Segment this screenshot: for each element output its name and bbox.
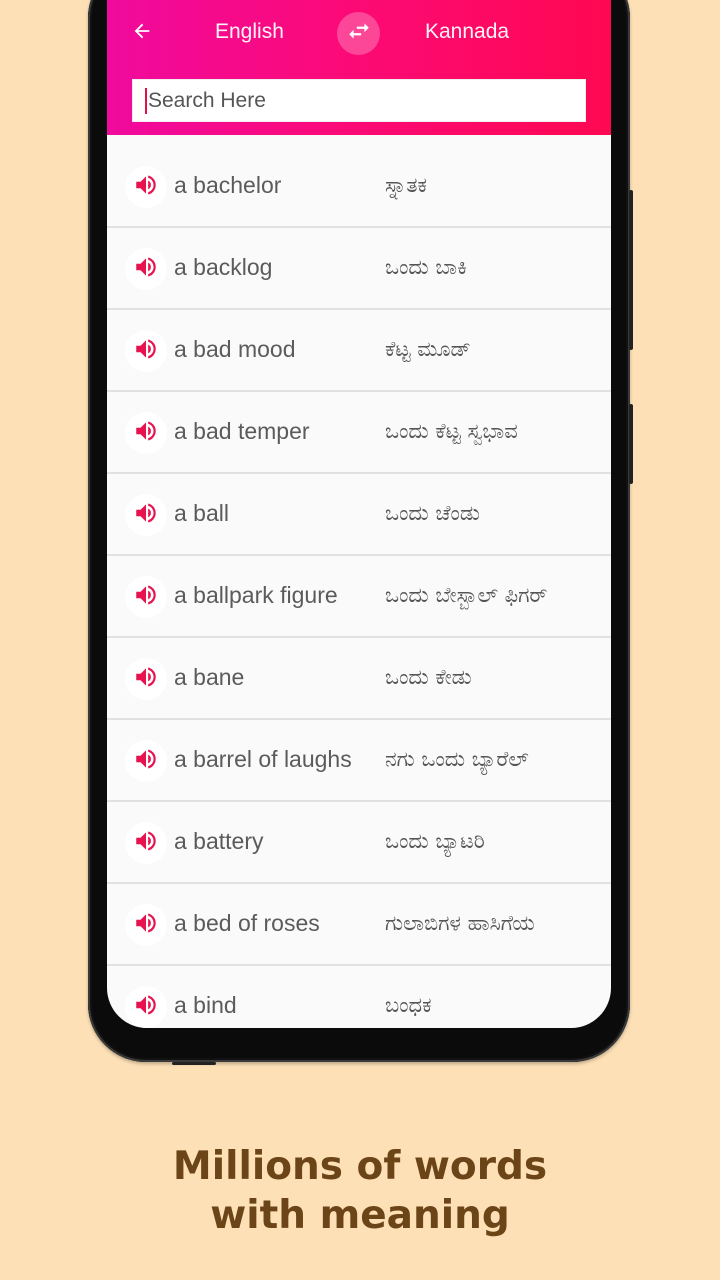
swap-languages-button[interactable] xyxy=(337,12,380,55)
list-item[interactable]: a bind ಬಂಧಕ xyxy=(107,966,611,1028)
english-word: a bad mood xyxy=(174,336,296,362)
speaker-volume-icon xyxy=(133,746,159,777)
speaker-volume-icon xyxy=(133,254,159,285)
kannada-meaning: ಕೆಟ್ಟ ಮೂಡ್ xyxy=(385,337,471,361)
kannada-meaning: ಒಂದು ಬೇಸ್ಬಾಲ್ ಫಿಗರ್ xyxy=(385,583,548,607)
english-word: a ballpark figure xyxy=(174,582,338,608)
english-word: a bed of roses xyxy=(174,910,320,936)
back-button[interactable] xyxy=(127,18,157,48)
app-screen: English Kannada a bachelor ಸ್ನಾತಕ a back… xyxy=(107,0,611,1028)
english-word: a bind xyxy=(174,992,237,1018)
speak-button[interactable] xyxy=(125,330,167,372)
promo-caption-line1: Millions of words xyxy=(172,1144,548,1189)
kannada-meaning: ಒಂದು ಕೇಡು xyxy=(385,665,472,689)
target-language[interactable]: Kannada xyxy=(425,20,509,44)
list-item[interactable]: a battery ಒಂದು ಬ್ಯಾಟರಿ xyxy=(107,802,611,884)
kannada-meaning: ಬಂಧಕ xyxy=(385,993,432,1017)
speaker-volume-icon xyxy=(133,500,159,531)
kannada-meaning: ಒಂದು ಬ್ಯಾಟರಿ xyxy=(385,829,485,853)
speaker-volume-icon xyxy=(133,582,159,613)
phone-bottom-edge xyxy=(172,1062,216,1065)
kannada-meaning: ನಗು ಒಂದು ಬ್ಯಾರೆಲ್ xyxy=(385,747,529,771)
speaker-volume-icon xyxy=(133,418,159,449)
arrow-left-icon xyxy=(131,20,153,47)
speak-button[interactable] xyxy=(125,822,167,864)
list-item[interactable]: a bad temper ಒಂದು ಕೆಟ್ಟ ಸ್ವಭಾವ xyxy=(107,392,611,474)
speak-button[interactable] xyxy=(125,166,167,208)
kannada-meaning: ಒಂದು ಬಾಕಿ xyxy=(385,255,467,279)
list-item[interactable]: a bachelor ಸ್ನಾತಕ xyxy=(107,146,611,228)
english-word: a bachelor xyxy=(174,172,282,198)
speaker-volume-icon xyxy=(133,828,159,859)
list-item[interactable]: a barrel of laughs ನಗು ಒಂದು ಬ್ಯಾರೆಲ್ xyxy=(107,720,611,802)
promo-caption-line2: with meaning xyxy=(210,1193,510,1238)
speaker-volume-icon xyxy=(133,336,159,367)
speak-button[interactable] xyxy=(125,658,167,700)
english-word: a bane xyxy=(174,664,245,690)
list-item[interactable]: a bed of roses ಗುಲಾಬಿಗಳ ಹಾಸಿಗೆಯ xyxy=(107,884,611,966)
english-word: a barrel of laughs xyxy=(174,746,352,772)
speaker-volume-icon xyxy=(133,910,159,941)
volume-button xyxy=(629,190,633,350)
english-word: a backlog xyxy=(174,254,273,280)
list-item[interactable]: a ballpark figure ಒಂದು ಬೇಸ್ಬಾಲ್ ಫಿಗರ್ xyxy=(107,556,611,638)
power-button xyxy=(629,404,633,484)
list-item[interactable]: a bane ಒಂದು ಕೇಡು xyxy=(107,638,611,720)
speaker-volume-icon xyxy=(133,172,159,203)
list-item[interactable]: a ball ಒಂದು ಚೆಂಡು xyxy=(107,474,611,556)
app-bar: English Kannada xyxy=(107,0,611,135)
swap-arrows-icon xyxy=(346,18,372,49)
word-list: a bachelor ಸ್ನಾತಕ a backlog ಒಂದು ಬಾಕಿ a … xyxy=(107,146,611,1028)
list-item[interactable]: a bad mood ಕೆಟ್ಟ ಮೂಡ್ xyxy=(107,310,611,392)
speak-button[interactable] xyxy=(125,494,167,536)
english-word: a bad temper xyxy=(174,418,310,444)
promo-caption: Millions of words with meaning xyxy=(0,1142,720,1240)
speak-button[interactable] xyxy=(125,904,167,946)
speak-button[interactable] xyxy=(125,576,167,618)
speak-button[interactable] xyxy=(125,248,167,290)
english-word: a ball xyxy=(174,500,229,526)
search-input[interactable] xyxy=(148,88,568,113)
kannada-meaning: ಸ್ನಾತಕ xyxy=(385,173,427,197)
speaker-volume-icon xyxy=(133,664,159,695)
english-word: a battery xyxy=(174,828,264,854)
speak-button[interactable] xyxy=(125,740,167,782)
kannada-meaning: ಒಂದು ಕೆಟ್ಟ ಸ್ವಭಾವ xyxy=(385,419,518,443)
speak-button[interactable] xyxy=(125,412,167,454)
search-box[interactable] xyxy=(132,79,586,122)
speaker-volume-icon xyxy=(133,992,159,1023)
speak-button[interactable] xyxy=(125,986,167,1028)
kannada-meaning: ಒಂದು ಚೆಂಡು xyxy=(385,501,480,525)
text-cursor xyxy=(145,87,147,114)
list-item[interactable]: a backlog ಒಂದು ಬಾಕಿ xyxy=(107,228,611,310)
source-language[interactable]: English xyxy=(215,20,284,44)
kannada-meaning: ಗುಲಾಬಿಗಳ ಹಾಸಿಗೆಯ xyxy=(385,911,535,935)
